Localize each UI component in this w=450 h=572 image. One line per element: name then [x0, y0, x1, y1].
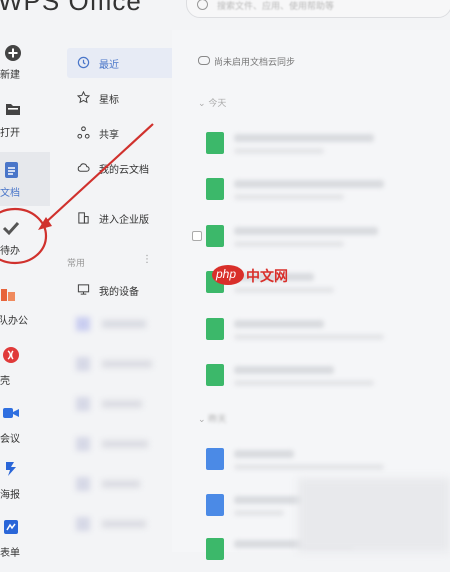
plus-circle-icon: [5, 45, 21, 61]
file-row[interactable]: [206, 172, 450, 212]
rail-item-poster[interactable]: 金山海报: [0, 458, 50, 510]
doc-file-icon: [206, 225, 224, 247]
rail-label: 团队办公: [0, 316, 28, 327]
doc-file-icon: [206, 538, 224, 560]
file-row[interactable]: [206, 358, 450, 398]
file-row[interactable]: [206, 126, 450, 166]
left-rail: 新建 打开 文档 待办 团队办公 稻壳: [0, 30, 50, 559]
watermark-logo: php 中文网: [212, 265, 288, 287]
nav-label: 共享: [99, 130, 119, 141]
doc-file-icon: [206, 318, 224, 340]
folder-icon: [6, 104, 20, 115]
share-icon: [77, 126, 90, 139]
dako-icon: [3, 347, 19, 363]
doc-file-icon: [206, 132, 224, 154]
rail-label: 打开: [0, 128, 20, 139]
doc-file-icon: [206, 364, 224, 386]
php-logo: php: [212, 265, 244, 285]
chevron-down-icon: ⌄: [198, 415, 206, 425]
nav-label: 进入企业版: [99, 215, 149, 226]
top-bar: WPS Office 搜索文件、应用、使用帮助等: [0, 0, 450, 30]
rail-item-dako[interactable]: 稻壳: [0, 344, 50, 396]
blurred-overlay: [298, 478, 450, 552]
app-logo: WPS Office: [0, 0, 142, 16]
doc-file-icon: [206, 178, 224, 200]
form-icon: [4, 520, 18, 534]
device-icon: [77, 284, 90, 295]
rail-item-meeting[interactable]: 金山会议: [0, 402, 50, 454]
nav-label: 最近: [99, 60, 119, 71]
file-list-area: 尚未启用文档云同步 ⌄ 今天 ⌄ 昨天: [172, 30, 450, 560]
nav-panel: 最近 星标 共享 我的云文档 进入企业版 常用 ⋮ 我的设备: [50, 30, 207, 552]
search-input[interactable]: 搜索文件、应用、使用帮助等: [186, 0, 450, 18]
doc-file-icon: [206, 448, 224, 470]
check-icon: [2, 221, 20, 236]
rail-label: 金山会议: [0, 434, 20, 445]
rail-label: 金山海报: [0, 490, 20, 501]
search-placeholder: 搜索文件、应用、使用帮助等: [217, 2, 335, 12]
more-icon[interactable]: ⋮: [142, 254, 152, 265]
cloud-icon: [198, 56, 210, 65]
search-icon: [197, 0, 208, 10]
file-row[interactable]: [206, 312, 450, 352]
rail-label: 待办: [0, 246, 20, 257]
rail-item-docs[interactable]: 文档: [0, 152, 50, 206]
rail-label: 新建: [0, 70, 20, 81]
section-label-common: 常用: [67, 259, 86, 269]
cloud-sync-status[interactable]: 尚未启用文档云同步: [214, 55, 295, 68]
watermark-text: 中文网: [246, 269, 288, 285]
rail-item-form[interactable]: 计表单: [0, 516, 50, 568]
row-checkbox[interactable]: [192, 231, 202, 241]
rail-item-todo[interactable]: 待办: [0, 214, 50, 266]
team-icon: [1, 289, 15, 301]
rail-item-open[interactable]: 打开: [0, 96, 50, 148]
file-row[interactable]: [192, 219, 450, 259]
rail-item-team[interactable]: 团队办公: [0, 284, 50, 336]
rail-label: 文档: [0, 188, 20, 199]
chevron-down-icon: ⌄: [198, 99, 206, 109]
cloud-icon: [77, 163, 90, 172]
building-icon: [78, 212, 89, 224]
nav-label: 我的云文档: [99, 165, 149, 176]
meeting-icon: [3, 408, 19, 418]
nav-label: 我的设备: [99, 287, 139, 298]
star-icon: [77, 91, 90, 104]
file-row[interactable]: [206, 442, 450, 482]
document-icon: [5, 162, 18, 178]
group-header-yesterday: ⌄ 昨天: [198, 415, 227, 425]
rail-item-new[interactable]: 新建: [0, 40, 50, 92]
clock-icon: [77, 56, 90, 69]
nav-label: 星标: [99, 95, 119, 106]
doc-file-icon: [206, 494, 224, 516]
group-header-today: ⌄ 今天: [198, 99, 227, 109]
poster-icon: [6, 462, 16, 476]
rail-label: 稻壳: [0, 376, 10, 387]
